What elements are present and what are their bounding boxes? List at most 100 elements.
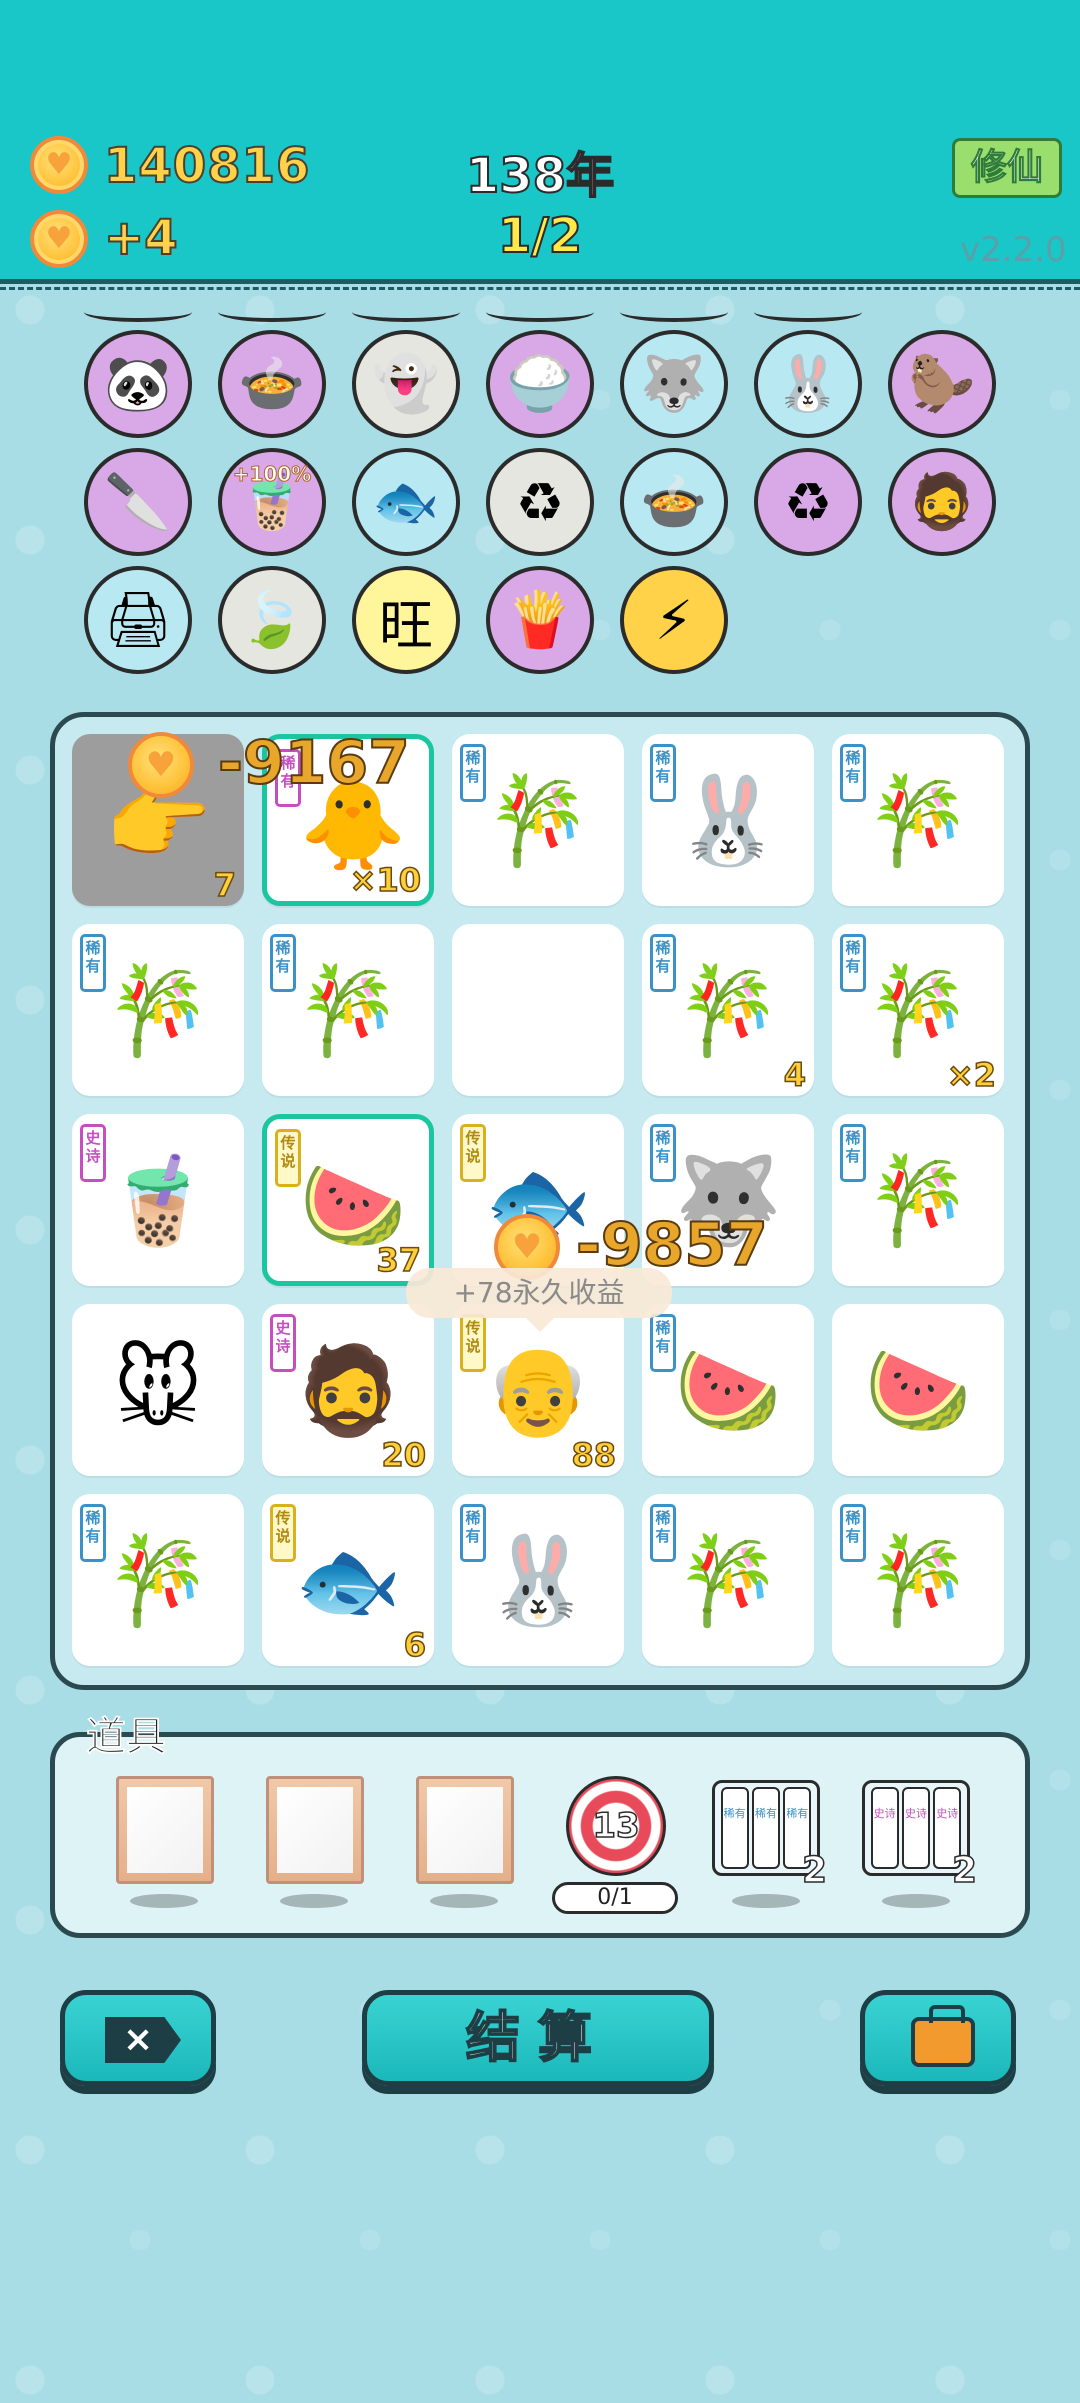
board-cell[interactable]: 稀有 🎋 [452,734,624,906]
coin-rate-icon [30,210,88,268]
rare-cardset-count: 2 [801,1849,828,1892]
upgrade-label: +100% [232,462,312,487]
multiplier-man-icon[interactable]: 🧔 [888,448,996,556]
bamboo-icon: 🎋 [864,770,972,871]
board-cell[interactable]: 传说 🍉 37 [262,1114,434,1286]
bamboo-icon: 🎋 [674,960,782,1061]
board-cell[interactable]: 稀有 🎋 [72,924,244,1096]
upgrade-scrolled-edge [84,302,192,322]
epic-card: 史诗 [870,1787,899,1869]
watermelon-slice-icon: 🍉 [864,1340,972,1441]
board-cell[interactable]: 稀有 🐰 [452,1494,624,1666]
prop-slot-empty[interactable] [416,1776,514,1884]
wang-tiles-icon[interactable]: 旺 [352,566,460,674]
close-icon: × [105,2017,181,2063]
upgrade-scrolled-edge [218,302,326,322]
rare-card: 稀有 [751,1787,780,1869]
upgrade-scrolled-edge [620,302,728,322]
bubble-tea-icon[interactable]: 🧋 +100% [218,448,326,556]
board-cell[interactable]: 稀有 🎋 4 [642,924,814,1096]
target-number: 13 [592,1805,641,1847]
page-indicator: 1/2 [497,207,583,265]
bag-button[interactable] [860,1990,1016,2086]
prop-slot-empty[interactable] [266,1776,364,1884]
fries-icon[interactable]: 🍟 [486,566,594,674]
fish-bowl-icon[interactable]: 🐟 [352,448,460,556]
upgrade-glyph: ♻ [783,470,833,534]
bamboo-icon: 🎋 [674,1530,782,1631]
cultivate-button[interactable]: 修仙 [952,138,1062,198]
bamboo-icon: 🎋 [864,1150,972,1251]
upgrade-scrolled-edge [352,302,460,322]
upgrade-glyph: 🖨 [103,588,173,651]
prop-slot-empty[interactable] [116,1776,214,1884]
bubble-tea-icon: 🧋 [104,1150,212,1251]
rabbit-icon: 🐰 [674,770,782,871]
board-cell[interactable]: 稀有 🎋 [832,734,1004,906]
board-cell[interactable]: 史诗 🧔 20 [262,1304,434,1476]
leaf-icon[interactable]: 🍃 [218,566,326,674]
epic-card: 史诗 [901,1787,930,1869]
lightning-icon[interactable]: ⚡ [620,566,728,674]
board-cell[interactable]: 稀有 🎋 [642,1494,814,1666]
upgrade-glyph: 🔪 [104,470,172,533]
koi-fish-icon: 🐟 [294,1530,402,1631]
top-bar: 140816 +4 138年 1/2 修仙 v2.2.0 [0,0,1080,290]
cell-count: ×10 [349,860,422,900]
upgrade-glyph: 🍲 [640,470,708,533]
upgrade-glyph: 🍟 [506,588,574,651]
board-cell[interactable]: 稀有 🎋 [262,924,434,1096]
loss-coin-icon [128,732,194,798]
board-cell[interactable]: 稀有 🎋 [832,1494,1004,1666]
pot-duck-icon[interactable]: 🍲 [218,330,326,438]
upgrade-glyph: 🍚 [506,352,574,415]
board-cell[interactable]: 稀有 🎋 ×2 [832,924,1004,1096]
board-cell[interactable]: 🐭 [72,1304,244,1476]
briefcase-icon [911,2005,975,2067]
panda-icon[interactable]: 🐼 [84,330,192,438]
target-counter: 0/1 [552,1882,678,1914]
upgrade-glyph: 🐺 [640,352,708,415]
prop-shadow [882,1894,950,1908]
rice-bowl-icon[interactable]: 🍚 [486,330,594,438]
board-cell[interactable]: 稀有 🎋 [72,1494,244,1666]
board-cell[interactable]: 🍉 [832,1304,1004,1476]
bamboo-icon: 🎋 [104,1530,212,1631]
cleaver-icon[interactable]: 🔪 [84,448,192,556]
meerkats-icon[interactable]: 🦫 [888,330,996,438]
upgrade-scrolled-edge [486,302,594,322]
cell-count: 88 [571,1435,617,1475]
empty [472,944,604,1076]
upgrade-glyph: 🐼 [104,352,172,415]
board-cell[interactable] [452,924,624,1096]
float-loss-1: -9167 [217,727,411,799]
prop-shadow [430,1894,498,1908]
rabbit-icon[interactable]: 🐰 [754,330,862,438]
board-cell[interactable]: 传说 🐟 6 [262,1494,434,1666]
prop-shadow [130,1894,198,1908]
board-cell[interactable]: 史诗 🧋 [72,1114,244,1286]
exit-button[interactable]: × [60,1990,216,2086]
refresh-icon[interactable]: ♻ [486,448,594,556]
board-cell[interactable]: 稀有 🐰 [642,734,814,906]
recycle-icon[interactable]: ♻ [754,448,862,556]
year-counter: 138年 [465,147,615,205]
bonus-bubble: +78永久收益 [406,1268,672,1332]
rabbit-icon: 🐰 [484,1530,592,1631]
board-cell[interactable]: 稀有 🍉 [642,1304,814,1476]
upgrade-glyph: 🧔 [908,470,976,533]
bamboo-icon: 🎋 [104,960,212,1061]
bamboo-icon: 🎋 [864,1530,972,1631]
printer-icon[interactable]: 🖨 [84,566,192,674]
upgrade-scrolled-edge [754,302,862,322]
board-cell[interactable]: 稀有 🎋 [832,1114,1004,1286]
cell-count: 7 [213,865,237,905]
bamboo-icon: 🎋 [294,960,402,1061]
ghost-icon[interactable]: 👻 [352,330,460,438]
husky-icon[interactable]: 🐺 [620,330,728,438]
settle-button[interactable]: 结算 [362,1990,714,2086]
upgrade-glyph: 🍃 [238,588,306,651]
pot-duck-icon[interactable]: 🍲 [620,448,728,556]
target-prop-icon[interactable]: 13 [566,1776,666,1876]
coin-icon [30,136,88,194]
